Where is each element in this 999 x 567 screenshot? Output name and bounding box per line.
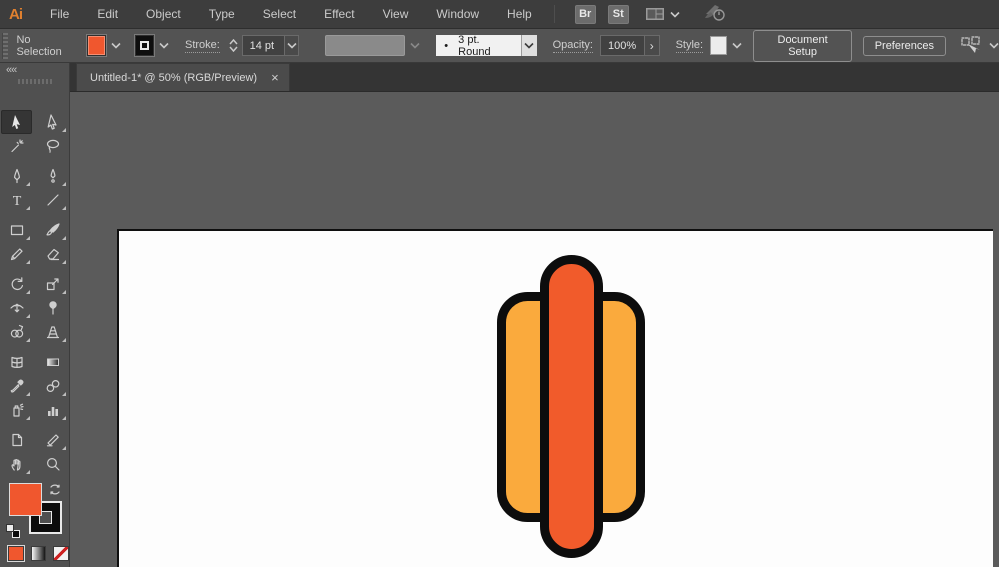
shape-builder-tool[interactable] — [1, 320, 32, 344]
menu-help[interactable]: Help — [493, 0, 546, 29]
document-tab-bar: Untitled-1* @ 50% (RGB/Preview) × — [70, 63, 999, 92]
menu-edit[interactable]: Edit — [83, 0, 132, 29]
fill-color-chevron-icon[interactable] — [111, 42, 121, 49]
select-similar-objects-icon[interactable] — [960, 35, 984, 56]
control-bar: No Selection Stroke: 14 pt • 3 pt. Round… — [0, 29, 999, 63]
fill-stroke-proxy — [0, 480, 69, 542]
line-segment-tool[interactable] — [37, 188, 68, 212]
document-tab[interactable]: Untitled-1* @ 50% (RGB/Preview) × — [76, 63, 290, 91]
magic-wand-tool[interactable] — [1, 134, 32, 158]
tab-close-icon[interactable]: × — [271, 71, 279, 84]
puppet-warp-tool[interactable] — [37, 296, 68, 320]
stroke-weight-label[interactable]: Stroke: — [185, 39, 220, 53]
direct-selection-tool[interactable] — [37, 110, 68, 134]
hotdog-logo-artwork[interactable] — [440, 240, 720, 567]
style-label[interactable]: Style: — [675, 39, 704, 53]
tools-panel-header: «« — [0, 63, 70, 92]
fill-color-swatch[interactable] — [85, 34, 107, 57]
document-tab-title: Untitled-1* @ 50% (RGB/Preview) — [90, 71, 258, 84]
scale-tool[interactable] — [37, 272, 68, 296]
paintbrush-tool[interactable] — [37, 218, 68, 242]
blend-tool[interactable] — [37, 374, 68, 398]
menu-window[interactable]: Window — [422, 0, 493, 29]
opacity-input[interactable]: 100% — [599, 35, 645, 56]
menu-bar: Ai File Edit Object Type Select Effect V… — [0, 0, 999, 29]
stroke-weight-stepper[interactable] — [228, 35, 240, 56]
type-tool[interactable]: T — [1, 188, 32, 212]
curvature-tool[interactable] — [37, 164, 68, 188]
opacity-label[interactable]: Opacity: — [552, 39, 593, 53]
selection-status: No Selection — [16, 33, 62, 58]
symbol-sprayer-tool[interactable] — [1, 398, 32, 422]
illustrator-logo: Ai — [9, 5, 23, 23]
eyedropper-tool[interactable] — [1, 374, 32, 398]
bridge-button[interactable]: Br — [574, 4, 596, 24]
menu-select[interactable]: Select — [249, 0, 310, 29]
svg-text:T: T — [12, 194, 21, 208]
touch-workspace-icon — [702, 2, 728, 27]
menubar-divider — [553, 5, 555, 23]
brush-dot: • — [444, 39, 449, 52]
none-button[interactable] — [53, 546, 70, 561]
eraser-tool[interactable] — [37, 242, 68, 266]
fill-proxy-swatch[interactable] — [9, 483, 42, 516]
color-button[interactable] — [7, 545, 25, 562]
menu-file[interactable]: File — [36, 0, 83, 29]
preferences-button[interactable]: Preferences — [862, 35, 946, 56]
column-graph-tool[interactable] — [37, 398, 68, 422]
select-similar-chevron-icon[interactable] — [989, 42, 999, 49]
stock-button[interactable]: St — [607, 4, 629, 24]
artboard-tool[interactable] — [1, 428, 32, 452]
menu-type[interactable]: Type — [195, 0, 249, 29]
collapse-panel-icon[interactable]: «« — [0, 63, 69, 76]
brush-definition-chevron-icon[interactable] — [521, 35, 537, 56]
arrange-documents-icon[interactable] — [645, 6, 665, 22]
menu-view[interactable]: View — [369, 0, 423, 29]
variable-width-chevron-icon — [410, 42, 420, 49]
default-fill-stroke-icon[interactable] — [6, 524, 20, 538]
pen-tool[interactable] — [1, 164, 32, 188]
stroke-weight-dropdown-icon[interactable] — [284, 35, 300, 56]
width-tool[interactable] — [1, 296, 32, 320]
gradient-button[interactable] — [30, 546, 47, 561]
brush-definition-select[interactable]: • 3 pt. Round — [436, 33, 522, 58]
style-chevron-icon[interactable] — [732, 42, 743, 49]
shaper-tool[interactable] — [1, 242, 32, 266]
selection-tool[interactable] — [1, 110, 32, 134]
sausage-shape[interactable] — [540, 255, 603, 558]
opacity-arrow-icon[interactable]: › — [644, 35, 660, 56]
canvas-pasteboard[interactable] — [70, 92, 999, 567]
gradient-tool[interactable] — [37, 350, 68, 374]
swap-fill-stroke-icon[interactable] — [48, 483, 62, 501]
mesh-tool[interactable] — [1, 350, 32, 374]
stroke-weight-input[interactable]: 14 pt — [241, 35, 285, 56]
arrange-documents-chevron-icon[interactable] — [670, 11, 680, 18]
tools-panel: T — [0, 92, 70, 567]
menu-object[interactable]: Object — [132, 0, 195, 29]
stroke-color-swatch[interactable] — [133, 34, 156, 57]
control-bar-grip[interactable] — [2, 32, 9, 59]
document-setup-button[interactable]: Document Setup — [753, 29, 852, 62]
slice-tool[interactable] — [37, 428, 68, 452]
rectangle-tool[interactable] — [1, 218, 32, 242]
color-mode-row — [0, 545, 70, 562]
zoom-tool[interactable] — [37, 452, 68, 476]
hand-tool[interactable] — [1, 452, 32, 476]
brush-name: 3 pt. Round — [458, 33, 491, 58]
stroke-color-chevron-icon[interactable] — [159, 42, 169, 49]
style-swatch[interactable] — [710, 36, 728, 55]
tools-panel-grip[interactable] — [17, 79, 52, 84]
perspective-grid-tool[interactable] — [37, 320, 68, 344]
menu-effect[interactable]: Effect — [310, 0, 368, 29]
lasso-tool[interactable] — [37, 134, 68, 158]
variable-width-profile-disabled — [325, 35, 406, 56]
rotate-tool[interactable] — [1, 272, 32, 296]
